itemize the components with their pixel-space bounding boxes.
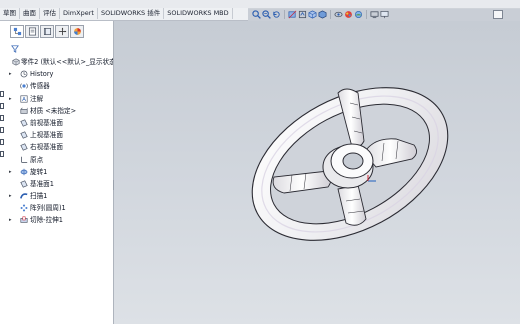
sweep-icon xyxy=(20,192,28,200)
expand-arrow-icon[interactable]: ▸ xyxy=(9,68,14,80)
command-manager-tabs: 草图 曲面 评估 DimXpert SOLIDWORKS 插件 SOLIDWOR… xyxy=(0,8,248,21)
dynamic-annotation-icon[interactable] xyxy=(298,10,307,19)
plane-icon xyxy=(20,180,28,188)
edit-appearance-icon[interactable] xyxy=(344,10,353,19)
zoom-to-fit-icon[interactable] xyxy=(252,9,261,19)
origin-icon xyxy=(20,156,28,164)
display-style-icon[interactable] xyxy=(318,9,327,19)
tree-item-label: History xyxy=(30,70,54,79)
tab-dimxpert[interactable]: DimXpert xyxy=(60,8,98,19)
configuration-manager-icon xyxy=(43,27,51,36)
toolbar-divider xyxy=(366,9,367,19)
plane-icon xyxy=(20,131,28,139)
tree-item-sensors[interactable]: 传感器 xyxy=(4,80,113,92)
tree-item-top-plane[interactable]: 上视基准面 xyxy=(4,129,113,141)
tree-item-circular-pattern1[interactable]: 阵列(圆周)1 xyxy=(4,202,113,214)
material-icon xyxy=(20,107,28,115)
expand-arrow-icon[interactable]: ▸ xyxy=(9,93,14,105)
history-icon xyxy=(20,70,28,78)
handwheel-model xyxy=(251,87,449,241)
tree-root-part[interactable]: 零件2 (默认<<默认>_显示状态 xyxy=(4,56,113,68)
part-icon xyxy=(12,58,20,66)
feature-manager-panel: 零件2 (默认<<默认>_显示状态 ▸ History 传感器 ▸ A 注解 材… xyxy=(0,21,114,324)
tab-evaluate[interactable]: 评估 xyxy=(40,8,60,19)
tree-item-sweep1[interactable]: ▸ 扫描1 xyxy=(4,190,113,202)
zoom-area-icon[interactable] xyxy=(262,9,271,19)
heads-up-view-toolbar xyxy=(252,7,412,21)
annotations-icon: A xyxy=(20,95,28,103)
tree-item-right-plane[interactable]: 右视基准面 xyxy=(4,141,113,153)
tree-item-label: 阵列(圆周)1 xyxy=(30,204,66,213)
tree-item-annotations[interactable]: ▸ A 注解 xyxy=(4,93,113,105)
tree-item-plane1[interactable]: 基准面1 xyxy=(4,178,113,190)
tree-item-label: 扫描1 xyxy=(30,192,48,201)
scene-icon[interactable] xyxy=(354,10,363,19)
tree-item-cut-extrude1[interactable]: ▸ 切除-拉伸1 xyxy=(4,214,113,226)
property-manager-icon xyxy=(28,27,36,36)
feature-manager-icon xyxy=(13,27,21,36)
tab-solidworks-mbd[interactable]: SOLIDWORKS MBD xyxy=(164,8,233,19)
circular-pattern-icon xyxy=(20,204,28,212)
tab-sketch[interactable]: 草图 xyxy=(0,8,20,19)
section-view-icon[interactable] xyxy=(288,10,297,19)
view-settings-icon[interactable] xyxy=(370,10,379,19)
hide-show-icon[interactable] xyxy=(334,10,343,19)
tree-item-label: 基准面1 xyxy=(30,179,54,188)
tree-item-label: 旋转1 xyxy=(30,167,48,176)
dimxpert-manager-icon xyxy=(58,27,66,36)
tree-item-revolve1[interactable]: ▸ 旋转1 xyxy=(4,166,113,178)
property-manager-tab[interactable] xyxy=(25,25,39,38)
tree-item-history[interactable]: ▸ History xyxy=(4,68,113,80)
sensor-icon xyxy=(20,82,28,90)
display-manager-tab[interactable] xyxy=(70,25,84,38)
dimxpert-manager-tab[interactable] xyxy=(55,25,69,38)
tab-surfaces[interactable]: 曲面 xyxy=(20,8,40,19)
plane-icon xyxy=(20,143,28,151)
tree-item-label: 右视基准面 xyxy=(30,143,63,152)
tree-item-label: 前视基准面 xyxy=(30,118,63,127)
toolbar-divider xyxy=(284,9,285,19)
panel-tabs xyxy=(0,25,113,39)
restore-window-button[interactable] xyxy=(493,10,503,19)
display-manager-icon xyxy=(73,28,81,35)
configuration-manager-tab[interactable] xyxy=(40,25,54,38)
cut-extrude-icon xyxy=(20,216,28,224)
revolve-icon xyxy=(20,168,28,176)
monitor-icon[interactable] xyxy=(380,10,389,19)
feature-manager-tab[interactable] xyxy=(10,25,24,38)
tree-item-label: 上视基准面 xyxy=(30,131,63,140)
expand-arrow-icon[interactable]: ▸ xyxy=(9,214,14,226)
view-orientation-icon[interactable] xyxy=(308,9,317,19)
feature-tree: 零件2 (默认<<默认>_显示状态 ▸ History 传感器 ▸ A 注解 材… xyxy=(4,56,113,227)
tree-item-label: 传感器 xyxy=(30,82,50,91)
toolbar-divider xyxy=(330,9,331,19)
tree-item-material[interactable]: 材质 <未指定> xyxy=(4,105,113,117)
tree-root-label: 零件2 (默认<<默认>_显示状态 xyxy=(21,58,113,66)
tab-solidworks-addins[interactable]: SOLIDWORKS 插件 xyxy=(98,8,165,19)
tree-item-front-plane[interactable]: 前视基准面 xyxy=(4,117,113,129)
tree-item-label: 注解 xyxy=(30,94,44,103)
previous-view-icon[interactable] xyxy=(272,10,281,19)
tree-item-label: 切除-拉伸1 xyxy=(30,216,63,225)
tree-item-label: 材质 <未指定> xyxy=(30,106,77,115)
plane-icon xyxy=(20,119,28,127)
expand-arrow-icon[interactable]: ▸ xyxy=(9,190,14,202)
tree-item-label: 原点 xyxy=(30,155,44,164)
graphics-area[interactable] xyxy=(114,21,520,324)
expand-arrow-icon[interactable]: ▸ xyxy=(9,166,14,178)
tree-item-origin[interactable]: 原点 xyxy=(4,154,113,166)
filter-icon[interactable] xyxy=(11,45,19,53)
svg-text:A: A xyxy=(22,97,26,103)
